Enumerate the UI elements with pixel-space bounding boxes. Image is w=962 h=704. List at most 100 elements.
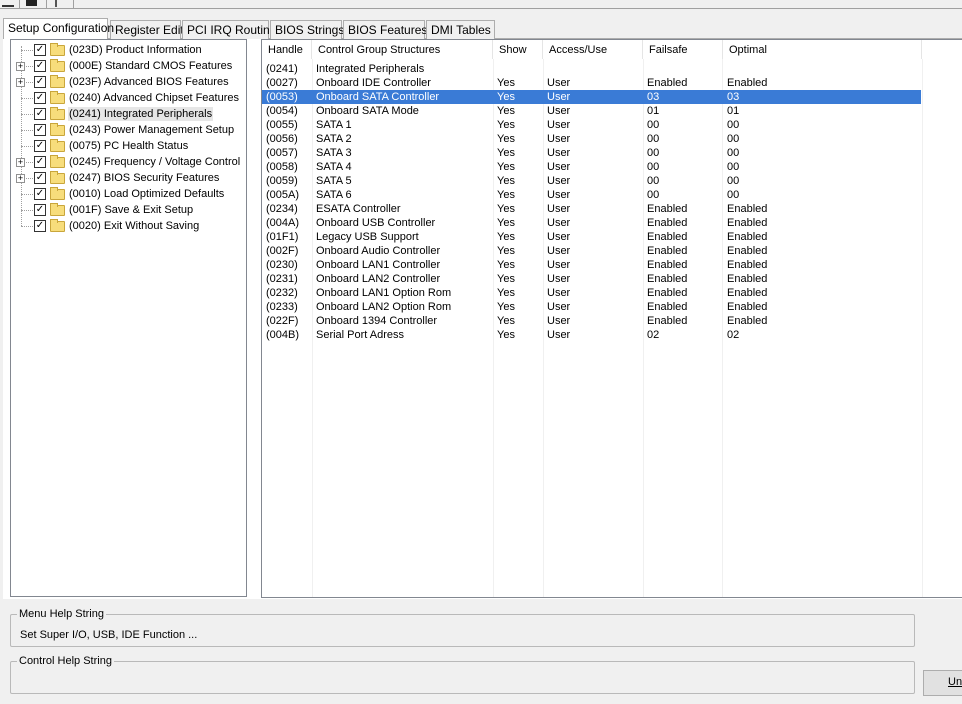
column-header-failsafe[interactable]: Failsafe [643, 40, 723, 59]
table-row[interactable]: (004B) Serial Port Adress Yes User 02 02 [262, 328, 921, 342]
table-row[interactable]: (0055) SATA 1 Yes User 00 00 [262, 118, 921, 132]
cell-control-group: Onboard USB Controller [316, 217, 436, 229]
cell-failsafe: 02 [647, 329, 660, 341]
cell-failsafe: 00 [647, 189, 660, 201]
cell-access-use: User [547, 259, 571, 271]
table-row[interactable]: (022F) Onboard 1394 Controller Yes User Enab… [262, 314, 921, 328]
checkbox[interactable]: ✓ [34, 44, 46, 56]
table-row[interactable]: (0234) ESATA Controller Yes User Enabled Enab… [262, 202, 921, 216]
table-row[interactable]: (004A) Onboard USB Controller Yes User Enabl… [262, 216, 921, 230]
cell-access-use: User [547, 315, 571, 327]
checkbox[interactable]: ✓ [34, 140, 46, 152]
tree-item[interactable]: + ✓ (0245) Frequency / Voltage Control [11, 154, 246, 170]
tree-connector [21, 210, 33, 211]
folder-icon [50, 91, 65, 104]
setup-tree[interactable]: ✓ (023D) Product Information + ✓ (000E) Stan… [10, 39, 247, 597]
cell-control-group: Onboard IDE Controller [316, 77, 431, 89]
cell-handle: (0057) [266, 147, 298, 159]
table-row[interactable]: (0058) SATA 4 Yes User 00 00 [262, 160, 921, 174]
checkbox[interactable]: ✓ [34, 204, 46, 216]
expand-icon[interactable]: + [16, 158, 25, 167]
cell-show: Yes [497, 133, 515, 145]
checkbox[interactable]: ✓ [34, 156, 46, 168]
column-header-access-use[interactable]: Access/Use [543, 40, 643, 59]
tree-item[interactable]: ✓ (001F) Save & Exit Setup [11, 202, 246, 218]
cell-failsafe: 00 [647, 175, 660, 187]
cell-optimal: Enabled [727, 287, 768, 299]
column-header-control-group[interactable]: Control Group Structures [312, 40, 493, 59]
checkbox[interactable]: ✓ [34, 108, 46, 120]
tree-item[interactable]: + ✓ (023F) Advanced BIOS Features [11, 74, 246, 90]
cell-handle: (004A) [266, 217, 300, 229]
column-header-optimal[interactable]: Optimal [723, 40, 922, 59]
tree-item[interactable]: ✓ (0243) Power Management Setup [11, 122, 246, 138]
checkbox[interactable]: ✓ [34, 124, 46, 136]
checkbox[interactable]: ✓ [34, 60, 46, 72]
expand-icon[interactable]: + [16, 174, 25, 183]
checkbox[interactable]: ✓ [34, 76, 46, 88]
cell-access-use: User [547, 273, 571, 285]
tree-item[interactable]: ✓ (0241) Integrated Peripherals [11, 106, 246, 122]
table-row[interactable]: (0027) Onboard IDE Controller Yes User Enabl… [262, 76, 921, 90]
tab-register-edit[interactable]: Register Edit [110, 20, 184, 39]
checkbox[interactable]: ✓ [34, 172, 46, 184]
tab-bios-strings[interactable]: BIOS Strings [270, 20, 344, 39]
table-row[interactable]: (0056) SATA 2 Yes User 00 00 [262, 132, 921, 146]
undo-button[interactable]: Undo [923, 670, 962, 696]
checkbox[interactable]: ✓ [34, 188, 46, 200]
table-row[interactable]: (002F) Onboard Audio Controller Yes User Ena… [262, 244, 921, 258]
tree-item[interactable]: + ✓ (000E) Standard CMOS Features [11, 58, 246, 74]
tree-item-label: (023D) Product Information [69, 44, 202, 56]
expand-icon[interactable]: + [16, 78, 25, 87]
tab-setup-configuration[interactable]: Setup Configuration [3, 18, 114, 39]
table-row[interactable]: (0059) SATA 5 Yes User 00 00 [262, 174, 921, 188]
table-row[interactable]: (0054) Onboard SATA Mode Yes User 01 01 [262, 104, 921, 118]
cell-show: Yes [497, 217, 515, 229]
tab-pci-irq-routing[interactable]: PCI IRQ Routing [182, 20, 276, 39]
save-icon[interactable] [26, 0, 37, 6]
cell-handle: (0056) [266, 133, 298, 145]
table-row[interactable]: (0053) Onboard SATA Controller Yes User 03 03 [262, 90, 921, 104]
cell-optimal: Enabled [727, 273, 768, 285]
control-help-legend: Control Help String [17, 654, 114, 668]
table-row[interactable]: (0231) Onboard LAN2 Controller Yes User Enab… [262, 272, 921, 286]
tab-bios-features[interactable]: BIOS Features [343, 20, 427, 39]
tree-item[interactable]: ✓ (0075) PC Health Status [11, 138, 246, 154]
tree-item[interactable]: + ✓ (0247) BIOS Security Features [11, 170, 246, 186]
cell-access-use: User [547, 287, 571, 299]
cell-control-group: SATA 3 [316, 147, 352, 159]
tree-item[interactable]: ✓ (0020) Exit Without Saving [11, 218, 246, 234]
cell-optimal: 00 [727, 161, 740, 173]
tree-item[interactable]: ✓ (023D) Product Information [11, 42, 246, 58]
tree-connector [21, 194, 33, 195]
cell-control-group: Onboard LAN2 Controller [316, 273, 441, 285]
table-row[interactable]: (0230) Onboard LAN1 Controller Yes User Enab… [262, 258, 921, 272]
column-header-show[interactable]: Show [493, 40, 543, 59]
expand-icon[interactable]: + [16, 62, 25, 71]
tool-icon[interactable] [55, 0, 61, 7]
toolbar-separator [46, 0, 47, 8]
folder-icon [50, 187, 65, 200]
control-list[interactable]: Handle Control Group Structures Show Acc… [261, 39, 962, 598]
menu-help-legend: Menu Help String [17, 607, 106, 621]
folder-icon [50, 123, 65, 136]
new-icon[interactable] [2, 0, 14, 7]
cell-control-group: Onboard SATA Mode [316, 105, 419, 117]
cell-optimal: Enabled [727, 259, 768, 271]
table-row[interactable]: (0241) Integrated Peripherals [262, 62, 921, 76]
checkbox[interactable]: ✓ [34, 220, 46, 232]
cell-failsafe: Enabled [647, 231, 688, 243]
table-row[interactable]: (0057) SATA 3 Yes User 00 00 [262, 146, 921, 160]
cell-access-use: User [547, 203, 571, 215]
table-row[interactable]: (0232) Onboard LAN1 Option Rom Yes User Enab… [262, 286, 921, 300]
checkbox[interactable]: ✓ [34, 92, 46, 104]
table-row[interactable]: (0233) Onboard LAN2 Option Rom Yes User Enab… [262, 300, 921, 314]
tree-item[interactable]: ✓ (0240) Advanced Chipset Features [11, 90, 246, 106]
tree-item-label: (0240) Advanced Chipset Features [69, 92, 239, 104]
tab-dmi-tables[interactable]: DMI Tables [426, 20, 495, 39]
cell-access-use: User [547, 161, 571, 173]
table-row[interactable]: (01F1) Legacy USB Support Yes User Enabled En… [262, 230, 921, 244]
table-row[interactable]: (005A) SATA 6 Yes User 00 00 [262, 188, 921, 202]
column-header-handle[interactable]: Handle [262, 40, 312, 59]
tree-item[interactable]: ✓ (0010) Load Optimized Defaults [11, 186, 246, 202]
